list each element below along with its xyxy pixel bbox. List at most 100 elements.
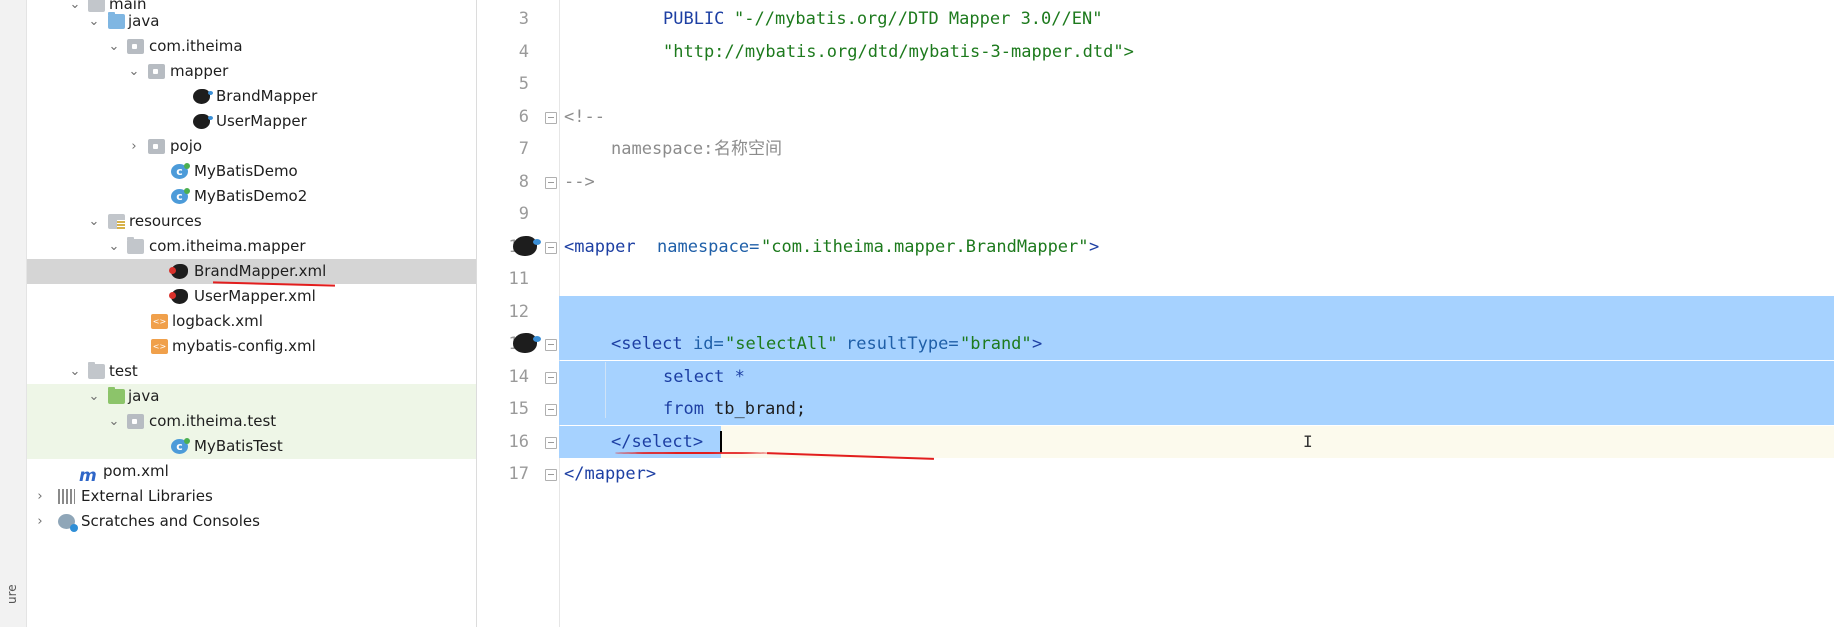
tree-item-com-itheima-test[interactable]: ⌄ com.itheima.test [27,409,476,434]
tree-item-label: UserMapper.xml [194,287,316,305]
code-line-8[interactable]: --> [559,166,1834,198]
fold-marker[interactable] [545,242,557,254]
tree-item-mybatisdemo[interactable]: c MyBatisDemo [27,159,476,184]
fold-marker[interactable] [545,112,557,124]
resources-folder-icon [108,214,125,229]
fold-marker[interactable] [545,372,557,384]
tree-item-usermapper-xml[interactable]: UserMapper.xml [27,284,476,309]
tree-item-label: resources [129,212,202,230]
code-line-12[interactable] [559,296,1834,328]
tree-item-mapper[interactable]: ⌄ mapper [27,59,476,84]
editor-gutter[interactable]: 3 4 5 6 7 8 9 10 11 12 13 14 15 16 17 [477,0,560,627]
tree-item-mybatis-config-xml[interactable]: <> mybatis-config.xml [27,334,476,359]
chevron-down-icon[interactable]: ⌄ [107,34,121,59]
tree-item-scratches[interactable]: › Scratches and Consoles [27,509,476,534]
tree-item-brandmapper[interactable]: BrandMapper [27,84,476,109]
code-token: "-//mybatis.org//DTD Mapper 3.0//EN" [734,9,1103,29]
red-underline-annotation [615,452,770,454]
tree-item-logback-xml[interactable]: <> logback.xml [27,309,476,334]
tree-item-resources[interactable]: ⌄ resources [27,209,476,234]
maven-icon: m [79,466,97,486]
libraries-icon [58,489,75,504]
chevron-down-icon[interactable]: ⌄ [87,209,101,234]
source-folder-icon [108,12,125,29]
code-token: --> [564,172,595,192]
tree-item-label: pom.xml [103,462,169,480]
tree-item-label: External Libraries [81,487,213,505]
tree-item-mybatisdemo2[interactable]: c MyBatisDemo2 [27,184,476,209]
code-token: namespace= [657,237,760,257]
code-line-5[interactable] [559,68,1834,100]
code-line-4[interactable]: "http://mybatis.org/dtd/mybatis-3-mapper… [559,36,1834,68]
chevron-down-icon[interactable]: ⌄ [87,384,101,409]
fold-marker[interactable] [545,339,557,351]
chevron-down-icon[interactable]: ⌄ [87,9,101,34]
mybatis-navigate-icon[interactable] [513,333,541,353]
test-folder-icon [108,387,125,404]
tree-item-test-java[interactable]: ⌄ java [27,384,476,409]
code-line-6[interactable]: <!-- [559,101,1834,133]
code-line-17[interactable]: </mapper> [559,458,1834,490]
fold-marker[interactable] [545,469,557,481]
code-token: <mapper [564,237,636,257]
tree-item-com-itheima[interactable]: ⌄ com.itheima [27,34,476,59]
fold-marker[interactable] [545,177,557,189]
tree-item-label: pojo [170,137,203,155]
tree-item-label: test [109,362,138,380]
code-token: > [1089,237,1100,257]
code-token: "com.itheima.mapper.BrandMapper" [761,237,1089,257]
code-token: id= [693,334,724,354]
package-icon [148,139,165,154]
line-number: 14 [508,367,529,387]
indent-guide [605,362,606,418]
chevron-down-icon[interactable]: ⌄ [68,359,82,384]
code-line-14[interactable]: select * [559,361,1834,393]
text-caret [720,431,722,453]
xml-file-icon: <> [151,339,168,354]
code-line-7[interactable]: namespace: 名称空间 [559,133,1834,165]
tree-item-java[interactable]: ⌄ java [27,9,476,34]
tree-item-brandmapper-xml[interactable]: BrandMapper.xml [27,259,476,284]
class-icon: c [171,188,190,204]
fold-marker[interactable] [545,437,557,449]
code-line-15[interactable]: from tb_brand; [559,393,1834,425]
tree-item-label: logback.xml [172,312,263,330]
tree-item-test[interactable]: ⌄ test [27,359,476,384]
tree-item-external-libraries[interactable]: › External Libraries [27,484,476,509]
chevron-right-icon[interactable]: › [33,509,47,534]
tree-item-usermapper[interactable]: UserMapper [27,109,476,134]
chevron-down-icon[interactable]: ⌄ [107,234,121,259]
code-editor[interactable]: 3 4 5 6 7 8 9 10 11 12 13 14 15 16 17 PU… [477,0,1834,627]
code-token: <!-- [564,107,605,127]
scratches-icon [58,514,78,532]
code-line-10[interactable]: <mapper namespace= "com.itheima.mapper.B… [559,231,1834,263]
chevron-down-icon[interactable]: ⌄ [107,409,121,434]
code-line-3[interactable]: PUBLIC "-//mybatis.org//DTD Mapper 3.0//… [559,3,1834,35]
code-line-11[interactable] [559,263,1834,295]
line-number: 8 [518,172,529,192]
mybatis-xml-icon [169,289,188,304]
strip-label[interactable]: ure [5,584,19,604]
tree-item-pojo[interactable]: › pojo [27,134,476,159]
package-icon [148,64,165,79]
tree-item-label: Scratches and Consoles [81,512,260,530]
code-line-9[interactable] [559,198,1834,230]
tree-item-com-itheima-mapper[interactable]: ⌄ com.itheima.mapper [27,234,476,259]
code-token: </mapper> [564,464,657,484]
code-line-13[interactable]: <select id= "selectAll" resultType= "bra… [559,328,1834,360]
line-number: 11 [508,269,529,289]
code-token: select * [663,367,745,387]
chevron-down-icon[interactable]: ⌄ [127,59,141,84]
chevron-right-icon[interactable]: › [127,134,141,159]
chevron-right-icon[interactable]: › [33,484,47,509]
code-token: namespace: [611,139,714,159]
tree-item-pom-xml[interactable]: m pom.xml [27,459,476,486]
code-token: tb_brand; [714,399,807,419]
fold-marker[interactable] [545,404,557,416]
tree-item-label: BrandMapper.xml [194,262,327,280]
tree-item-label: java [128,12,160,30]
code-token: from [663,399,704,419]
tree-item-mybatistest[interactable]: c MyBatisTest [27,434,476,459]
package-icon [127,39,144,54]
mybatis-navigate-icon[interactable] [513,236,541,256]
